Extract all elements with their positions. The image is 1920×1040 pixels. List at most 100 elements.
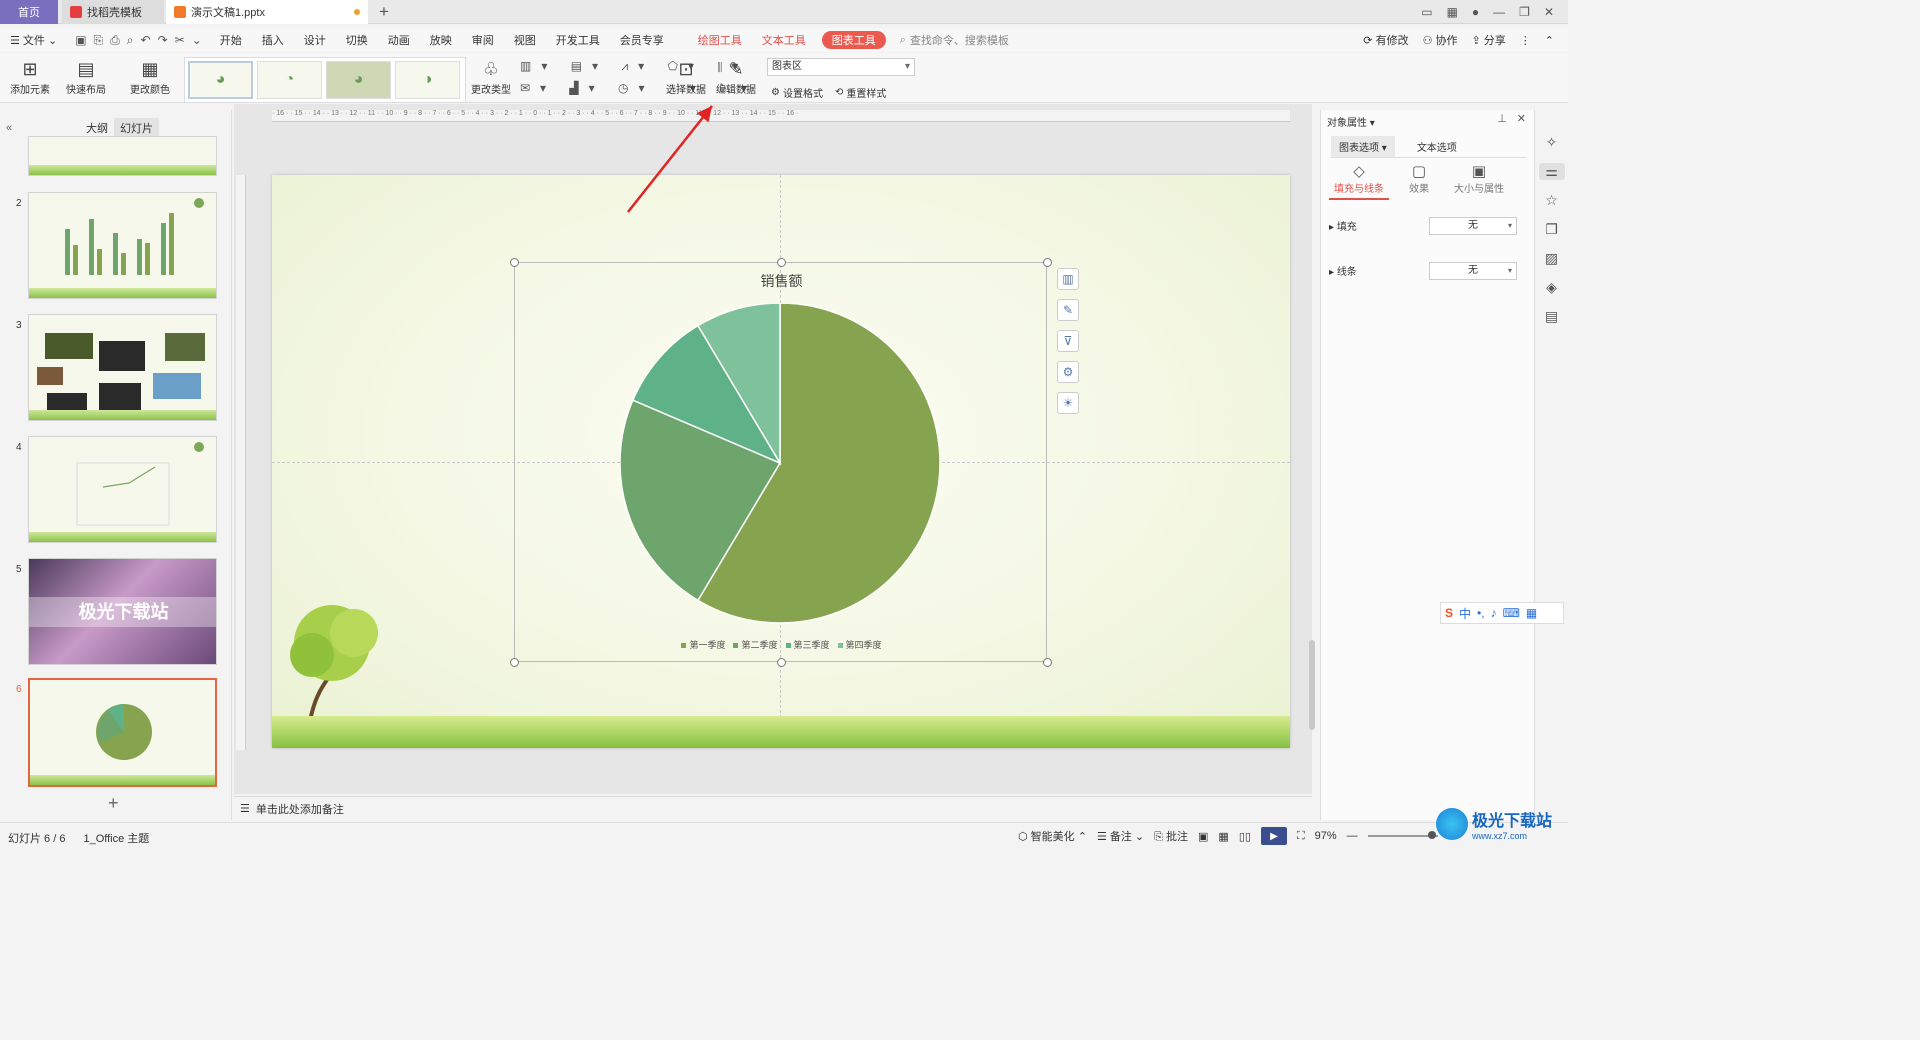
legend-item[interactable]: 第二季度: [733, 638, 778, 651]
menu-insert[interactable]: 插入: [252, 32, 294, 48]
style-thumb-1[interactable]: ◕: [188, 61, 253, 99]
fill-line-tab[interactable]: ◇ 填充与线条: [1329, 162, 1389, 200]
slide-thumb-3[interactable]: [28, 314, 217, 421]
reading-view-icon[interactable]: ▯▯: [1239, 830, 1251, 843]
resize-handle[interactable]: [1043, 658, 1052, 667]
more-icon[interactable]: ⌄: [192, 33, 202, 48]
undo-icon[interactable]: ↶: [141, 33, 151, 48]
resize-handle[interactable]: [777, 658, 786, 667]
chart-elements-icon[interactable]: ▥: [1057, 268, 1079, 290]
resize-handle[interactable]: [510, 258, 519, 267]
change-color-button[interactable]: ▦ 更改颜色: [130, 57, 170, 96]
legend-item[interactable]: 第一季度: [681, 638, 725, 651]
share-button[interactable]: ⇪ 分享: [1472, 32, 1506, 48]
chart-tips-icon[interactable]: ☀: [1057, 392, 1079, 414]
properties-icon[interactable]: ⚌: [1538, 163, 1565, 180]
chart-object[interactable]: 销售额 第一季度 第二季度 第三季度 第四季度: [510, 258, 1052, 667]
collapse-panel-icon[interactable]: «: [6, 122, 12, 134]
set-format-button[interactable]: ⚙ 设置格式: [771, 85, 823, 100]
tab-slides[interactable]: 幻灯片: [114, 118, 159, 138]
close-icon[interactable]: ✕: [1517, 112, 1526, 125]
slide-thumb-4[interactable]: [28, 436, 217, 543]
collab-button[interactable]: ⚇ 协作: [1423, 32, 1458, 48]
grid-icon[interactable]: ▦: [1447, 5, 1458, 19]
edit-data-button[interactable]: ✎ 编辑数据: [716, 57, 756, 96]
menu-developer[interactable]: 开发工具: [546, 32, 610, 48]
new-tab-button[interactable]: +: [372, 0, 396, 24]
notes-area[interactable]: ☰ 单击此处添加备注: [234, 796, 1312, 820]
file-menu[interactable]: ☰ 文件 ⌄: [0, 32, 67, 48]
export-icon[interactable]: ⎘: [94, 33, 104, 48]
menu-member[interactable]: 会员专享: [610, 32, 674, 48]
menu-view[interactable]: 视图: [504, 32, 546, 48]
close-icon[interactable]: ✕: [1544, 5, 1554, 19]
effects-tab[interactable]: ▢ 效果: [1389, 162, 1449, 200]
canvas-scrollbar[interactable]: [1309, 640, 1315, 730]
add-slide-button[interactable]: +: [108, 793, 119, 814]
chart-filter-icon[interactable]: ⊽: [1057, 330, 1079, 352]
restore-icon[interactable]: ❐: [1519, 5, 1530, 19]
layout-icon[interactable]: ▭: [1421, 5, 1432, 19]
image-icon[interactable]: ▨: [1545, 250, 1558, 267]
slide-thumb-6[interactable]: [28, 678, 217, 787]
menu-design[interactable]: 设计: [294, 32, 336, 48]
chart-settings-icon[interactable]: ⚙: [1057, 361, 1079, 383]
fit-icon[interactable]: ⛶: [1297, 830, 1305, 843]
style-thumb-2[interactable]: ◔: [257, 61, 322, 99]
select-data-button[interactable]: ⊡ 选择数据: [666, 57, 706, 96]
modified-button[interactable]: ⟳ 有修改: [1363, 32, 1408, 48]
add-element-button[interactable]: ⊞ 添加元素: [10, 57, 50, 96]
play-button[interactable]: ▶: [1260, 827, 1287, 845]
menu-start[interactable]: 开始: [210, 32, 252, 48]
redo-icon[interactable]: ↷: [158, 33, 168, 48]
chart-title[interactable]: 销售额: [515, 271, 1048, 291]
slides-icon[interactable]: ❐: [1545, 221, 1558, 238]
legend-item[interactable]: 第三季度: [785, 638, 830, 651]
menu-review[interactable]: 审阅: [462, 32, 504, 48]
save-icon[interactable]: ▣: [75, 33, 86, 48]
print-icon[interactable]: ⎙: [110, 33, 120, 48]
collapse-ribbon-icon[interactable]: ⌃: [1545, 34, 1554, 47]
minimize-icon[interactable]: —: [1493, 5, 1505, 19]
zoom-out-icon[interactable]: —: [1347, 830, 1358, 842]
sorter-view-icon[interactable]: ▦: [1218, 830, 1228, 843]
style-thumb-4[interactable]: ◑: [395, 61, 460, 99]
line-select[interactable]: 无 ▾: [1429, 261, 1517, 280]
menu-drawing-tools[interactable]: 绘图工具: [688, 32, 752, 48]
resize-handle[interactable]: [777, 258, 786, 267]
comments-button[interactable]: ⎘ 批注: [1154, 828, 1188, 844]
pin-icon[interactable]: ⊥: [1497, 112, 1507, 125]
format-painter-icon[interactable]: ✂: [175, 33, 185, 48]
notes-button[interactable]: ☰ 备注 ⌄: [1097, 828, 1144, 844]
pie-chart[interactable]: [620, 303, 940, 628]
panel-title[interactable]: 对象属性 ▾: [1327, 114, 1375, 129]
tab-chart-options[interactable]: 图表选项 ▾: [1331, 136, 1395, 157]
zoom-slider[interactable]: [1367, 831, 1438, 839]
preview-icon[interactable]: ⌕: [127, 33, 134, 48]
normal-view-icon[interactable]: ▣: [1198, 830, 1208, 843]
more-menu-icon[interactable]: ⋮: [1520, 34, 1531, 47]
book-icon[interactable]: ▤: [1545, 308, 1558, 325]
reset-style-button[interactable]: ⟲ 重置样式: [835, 85, 886, 100]
fill-expand[interactable]: ▸ 填充: [1329, 218, 1357, 233]
legend-item[interactable]: 第四季度: [837, 638, 882, 651]
slide-thumb-2[interactable]: [28, 192, 217, 299]
brush-icon[interactable]: ✧: [1546, 134, 1558, 151]
fill-select[interactable]: 无 ▾: [1429, 216, 1517, 235]
tab-home[interactable]: 首页: [0, 0, 58, 24]
tab-template[interactable]: 找稻壳模板: [62, 0, 164, 24]
line-expand[interactable]: ▸ 线条: [1329, 263, 1357, 278]
zoom-level[interactable]: 97%: [1315, 830, 1337, 842]
chart-element-select[interactable]: 图表区 ▾: [767, 58, 915, 76]
quick-layout-button[interactable]: ▤ 快速布局: [66, 57, 106, 96]
style-thumb-3[interactable]: ◕: [326, 61, 391, 99]
menu-text-tools[interactable]: 文本工具: [752, 32, 816, 48]
change-type-button[interactable]: ♧ 更改类型: [471, 57, 511, 96]
command-search[interactable]: ⌕ 查找命令、搜索模板: [900, 32, 1009, 48]
menu-animation[interactable]: 动画: [378, 32, 420, 48]
chart-kind-icons-row1[interactable]: ▥▾ ▤▾ ⩘▾ ⬠▾ ⦀▾: [520, 59, 748, 74]
size-props-tab[interactable]: ▣ 大小与属性: [1449, 162, 1509, 200]
tab-text-options[interactable]: 文本选项: [1409, 136, 1465, 157]
star-icon[interactable]: ☆: [1545, 192, 1558, 209]
menu-slideshow[interactable]: 放映: [420, 32, 462, 48]
